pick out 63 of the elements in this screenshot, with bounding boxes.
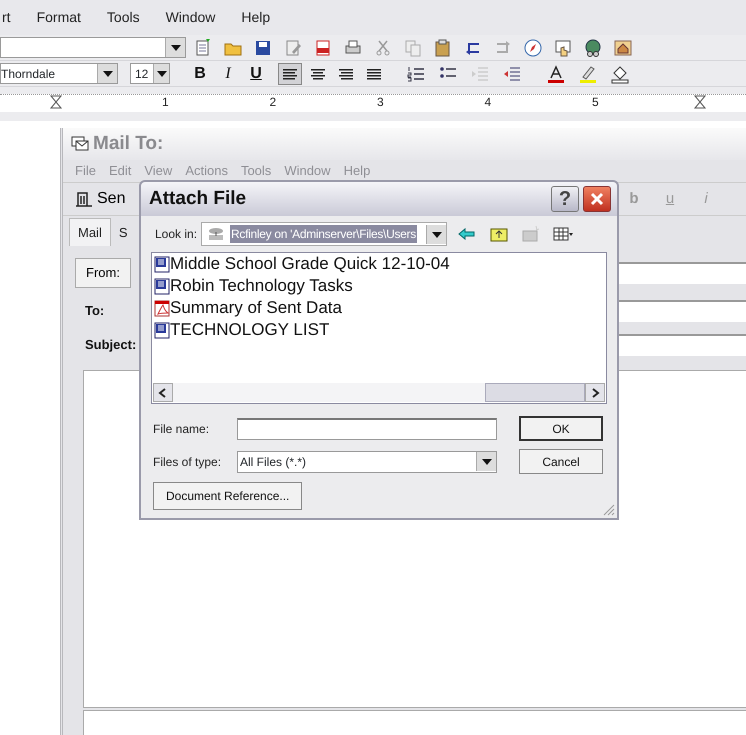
send-button[interactable]: Sen [75, 187, 126, 211]
file-name[interactable]: Summary of Sent Data [170, 297, 342, 319]
to-label: To: [85, 302, 106, 320]
file-name[interactable]: TECHNOLOGY LIST [170, 319, 330, 341]
file-name-field[interactable] [237, 418, 497, 440]
ruler-number: 3 [377, 94, 384, 111]
menu-item[interactable]: Tools [106, 7, 140, 28]
font-size-text: 12 [134, 66, 150, 82]
pdf-file-icon [154, 300, 170, 316]
from-button[interactable]: From: [75, 258, 131, 288]
tab[interactable]: S [110, 218, 136, 246]
ruler-number: 4 [484, 94, 492, 111]
font-name-field[interactable]: Thorndale [0, 63, 118, 84]
font-size-field[interactable]: 12 [130, 63, 170, 84]
style-field[interactable] [0, 37, 186, 58]
format-button[interactable]: U [244, 62, 268, 84]
file-type-value: All Files (*.*) [240, 454, 308, 470]
look-in-value: Rcfinley on 'Adminserver\Files\Users [230, 225, 417, 243]
window-title: Mail To: [93, 132, 164, 156]
envelope-icon [71, 136, 89, 152]
menu-item[interactable]: Window [166, 7, 216, 28]
indent-marker-icon[interactable] [694, 95, 706, 109]
close-button[interactable] [583, 186, 611, 212]
font-color-icon[interactable] [546, 64, 566, 84]
tab[interactable]: Mail [69, 218, 111, 246]
word-document-icon [154, 322, 170, 338]
subject-label: Subject: [85, 336, 138, 354]
format-button[interactable]: B [188, 62, 212, 84]
home-icon[interactable] [613, 38, 633, 58]
file-name[interactable]: Robin Technology Tasks [170, 275, 353, 297]
ruler-number: 2 [270, 94, 276, 111]
dialog-title: Attach File [149, 186, 246, 211]
compass-icon[interactable] [523, 38, 543, 58]
word-document-icon [154, 256, 170, 272]
align-button[interactable] [278, 62, 302, 84]
file-list[interactable]: Middle School Grade Quick 12-10-04 Robin Technology Tasks Summary of Sent Data TECHNOLOGY LIST [151, 252, 607, 404]
cancel-button[interactable]: Cancel [519, 449, 603, 474]
highlighter-icon[interactable] [578, 64, 598, 84]
scrollbar-thumb[interactable] [485, 383, 585, 402]
globe-icon[interactable] [583, 38, 603, 58]
scroll-left-icon[interactable] [158, 388, 168, 398]
menu-item[interactable]: Format [36, 7, 81, 28]
mailbox-icon [75, 190, 93, 208]
resize-grip-icon[interactable] [601, 502, 615, 516]
ruler-number: 5 [592, 94, 599, 111]
document-reference-button[interactable]: Document Reference... [153, 482, 302, 510]
menu-item[interactable]: rt [2, 7, 11, 28]
hand-pointer-icon[interactable] [553, 38, 573, 58]
font-name-text: Thorndale [1, 66, 56, 82]
menu-item[interactable]: Help [241, 7, 270, 28]
word-document-icon [154, 278, 170, 294]
scroll-right-icon[interactable] [590, 388, 600, 398]
help-button[interactable]: ? [551, 186, 579, 212]
ok-button[interactable]: OK [519, 416, 603, 441]
format-button[interactable]: I [216, 62, 240, 84]
file-type-label: Files of type: [153, 454, 222, 470]
look-in-label: Look in: [155, 226, 198, 243]
file-name[interactable]: Middle School Grade Quick 12-10-04 [170, 253, 450, 275]
file-name-label: File name: [153, 420, 210, 438]
indent-marker-icon[interactable] [50, 95, 62, 109]
close-icon [589, 191, 605, 207]
ruler-number: 1 [162, 94, 169, 111]
file-type-field[interactable]: All Files (*.*) [237, 450, 497, 472]
